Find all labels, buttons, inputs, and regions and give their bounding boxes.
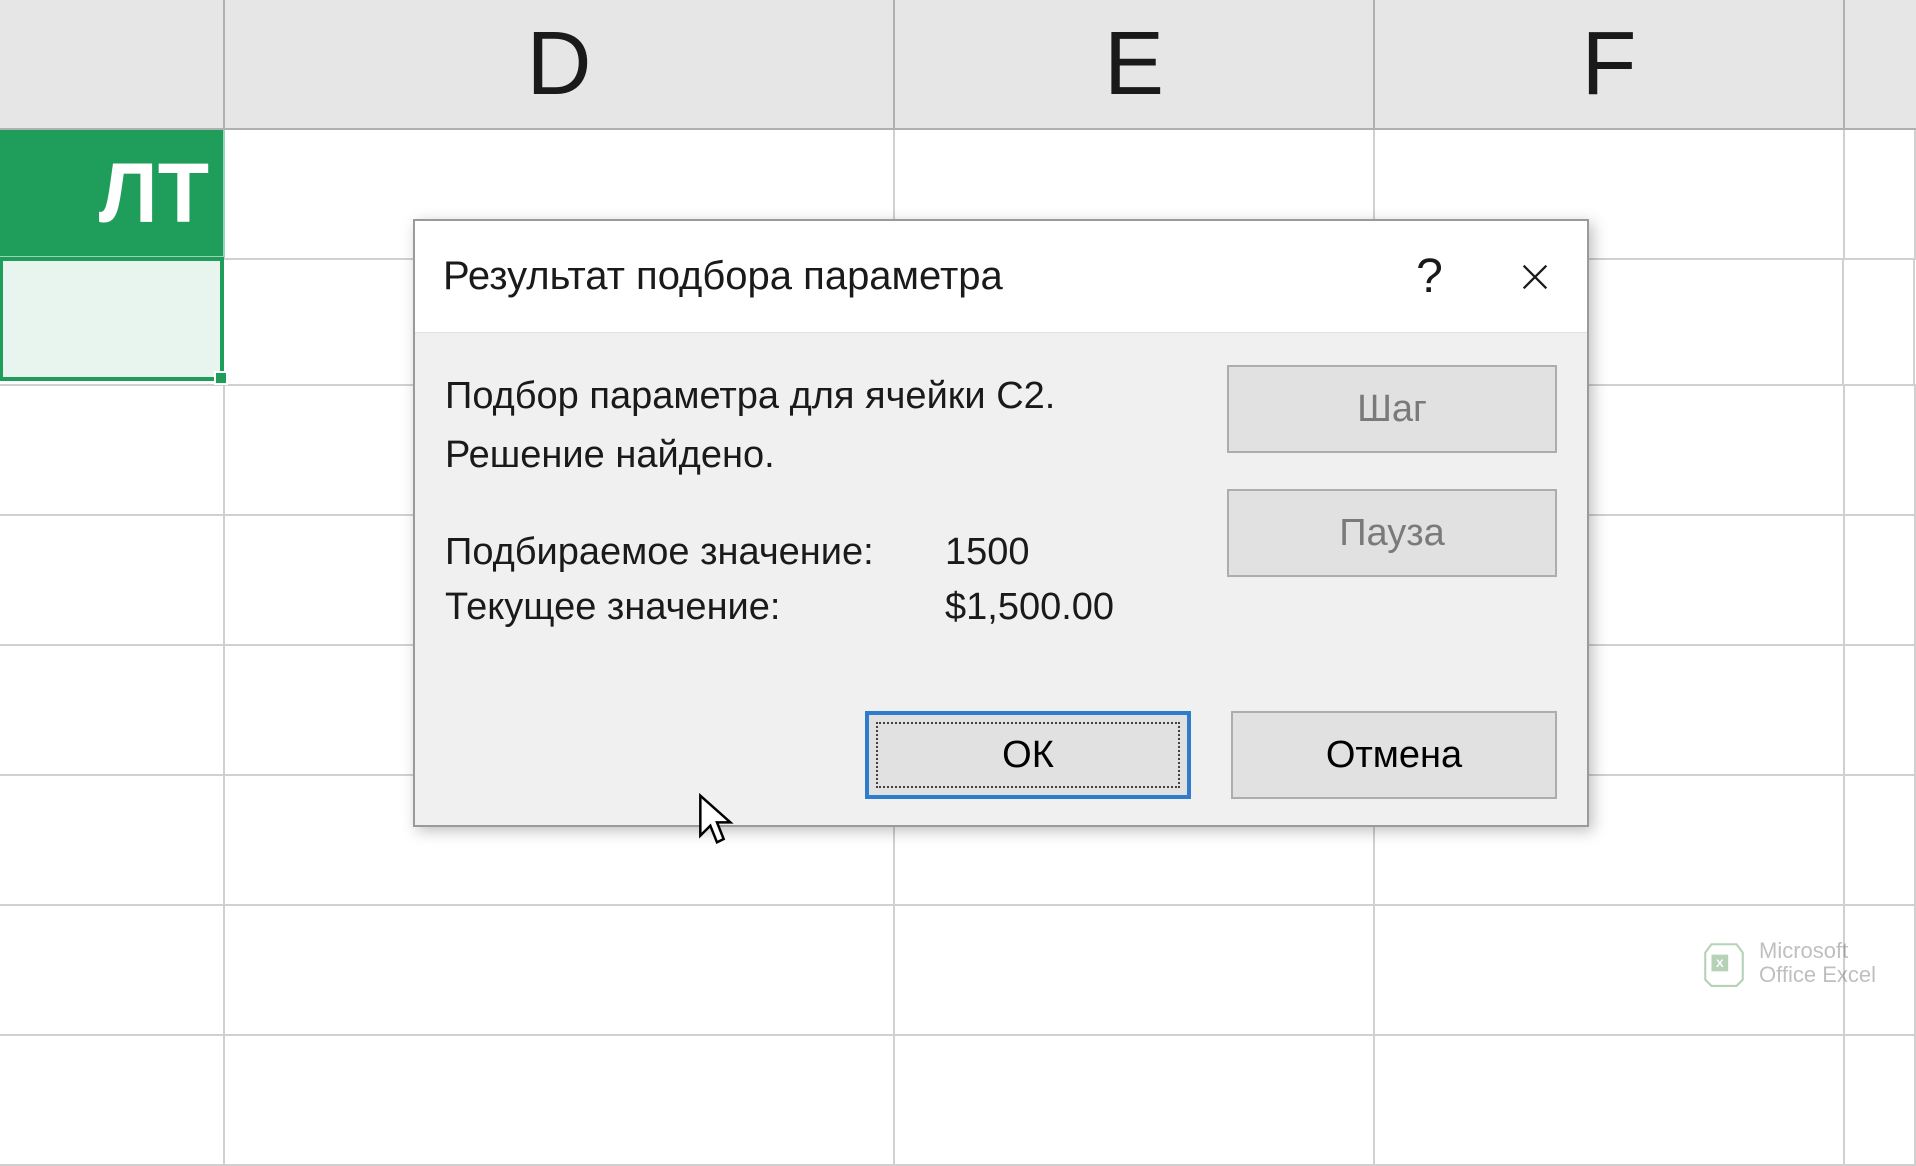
row-8 xyxy=(0,1036,1916,1166)
cell-c6[interactable] xyxy=(0,776,225,904)
watermark: X Microsoft Office Excel xyxy=(1699,938,1876,988)
close-button[interactable] xyxy=(1482,221,1587,332)
goal-seek-result-dialog: Результат подбора параметра ? Подбор пар… xyxy=(413,219,1589,827)
ok-button-label: ОК xyxy=(876,722,1180,788)
current-value-row: Текущее значение: $1,500.00 xyxy=(445,586,1227,629)
target-value-label: Подбираемое значение: xyxy=(445,531,945,574)
pause-button: Пауза xyxy=(1227,489,1557,577)
column-header-f[interactable]: F xyxy=(1375,0,1845,128)
dialog-footer: ОК Отмена xyxy=(865,711,1557,799)
help-button[interactable]: ? xyxy=(1377,221,1482,332)
status-line-2: Решение найдено. xyxy=(445,428,1227,483)
column-header-d[interactable]: D xyxy=(225,0,895,128)
cell-g4[interactable] xyxy=(1845,516,1916,644)
values-block: Подбираемое значение: 1500 Текущее значе… xyxy=(445,531,1227,629)
cell-e8[interactable] xyxy=(895,1036,1375,1164)
svg-text:X: X xyxy=(1716,958,1724,970)
cell-g6[interactable] xyxy=(1845,776,1916,904)
cell-c3[interactable] xyxy=(0,386,225,514)
target-value: 1500 xyxy=(945,531,1030,574)
cell-c1[interactable]: ЛТ xyxy=(0,130,225,258)
cell-d8[interactable] xyxy=(225,1036,895,1164)
ok-button[interactable]: ОК xyxy=(865,711,1191,799)
cancel-button[interactable]: Отмена xyxy=(1231,711,1557,799)
cell-g3[interactable] xyxy=(1845,386,1916,514)
current-value: $1,500.00 xyxy=(945,586,1114,629)
row-7 xyxy=(0,906,1916,1036)
cell-c2-selected[interactable] xyxy=(0,257,224,381)
cell-c5[interactable] xyxy=(0,646,225,774)
target-value-row: Подбираемое значение: 1500 xyxy=(445,531,1227,574)
dialog-title: Результат подбора параметра xyxy=(443,254,1377,299)
cell-c4[interactable] xyxy=(0,516,225,644)
column-header-c[interactable] xyxy=(0,0,225,128)
column-headers-row: D E F xyxy=(0,0,1916,130)
watermark-text: Microsoft Office Excel xyxy=(1759,939,1876,987)
cell-g1[interactable] xyxy=(1845,130,1916,258)
step-button: Шаг xyxy=(1227,365,1557,453)
cell-d7[interactable] xyxy=(225,906,895,1034)
dialog-titlebar[interactable]: Результат подбора параметра ? xyxy=(415,221,1587,333)
watermark-line1: Microsoft xyxy=(1759,939,1876,963)
cell-c7[interactable] xyxy=(0,906,225,1034)
excel-icon: X xyxy=(1699,938,1749,988)
current-value-label: Текущее значение: xyxy=(445,586,945,629)
help-icon: ? xyxy=(1416,249,1443,304)
close-icon xyxy=(1518,260,1552,294)
column-header-g[interactable] xyxy=(1845,0,1916,128)
cell-g5[interactable] xyxy=(1845,646,1916,774)
watermark-line2: Office Excel xyxy=(1759,963,1876,987)
cell-e7[interactable] xyxy=(895,906,1375,1034)
cell-f8[interactable] xyxy=(1375,1036,1845,1164)
cell-g2[interactable] xyxy=(1844,260,1915,384)
fill-handle[interactable] xyxy=(214,371,228,385)
cell-c8[interactable] xyxy=(0,1036,225,1164)
column-header-e[interactable]: E xyxy=(895,0,1375,128)
cell-g8[interactable] xyxy=(1845,1036,1916,1164)
status-line-1: Подбор параметра для ячейки C2. xyxy=(445,369,1227,424)
